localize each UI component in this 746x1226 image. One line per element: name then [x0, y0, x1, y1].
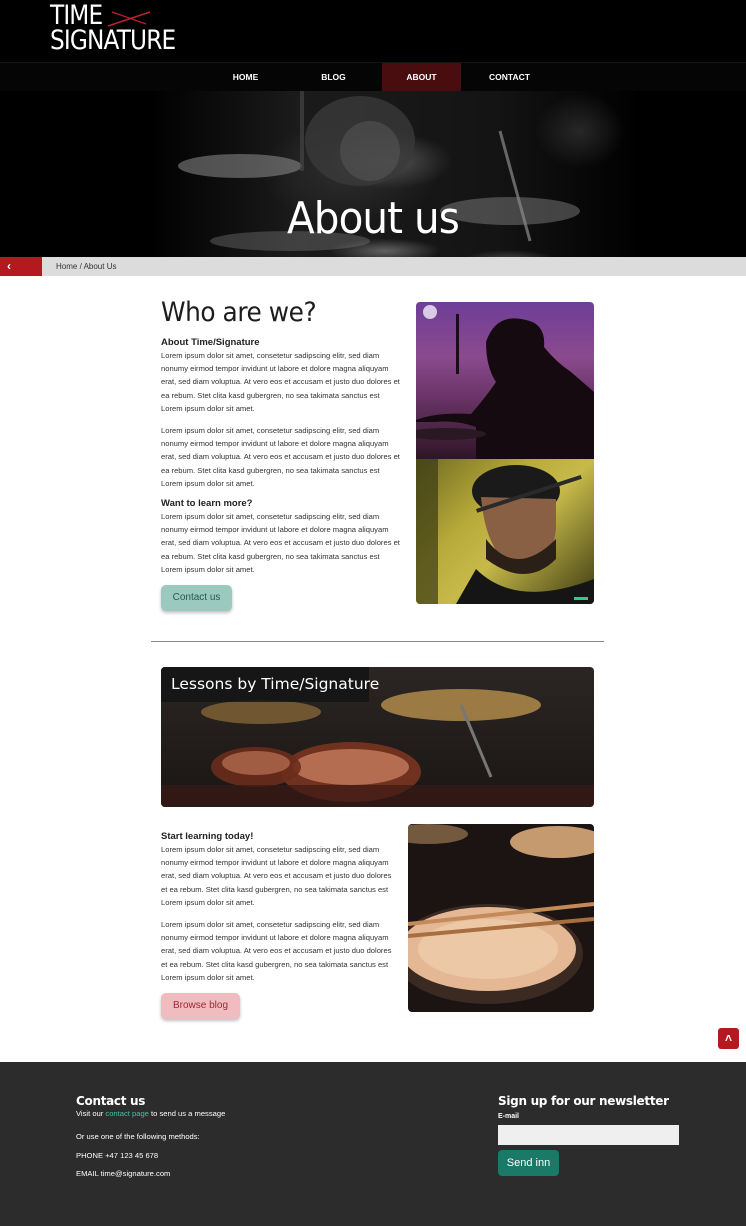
main-nav: HOME BLOG ABOUT CONTACT	[0, 62, 746, 92]
footer-visit-suffix: to send us a message	[148, 1109, 226, 1118]
silhouette-shapes	[416, 305, 594, 459]
site-header: TIME SIGNATURE	[0, 0, 746, 62]
learn-subheading: Want to learn more?	[161, 498, 253, 509]
scroll-top-button[interactable]: ˄	[718, 1028, 739, 1049]
lessons-banner: Lessons by Time/Signature	[161, 667, 594, 807]
footer-methods: Or use one of the following methods:	[76, 1132, 200, 1141]
drummer-silhouette-photo	[416, 302, 594, 459]
nav-home[interactable]: HOME	[210, 63, 281, 92]
newsletter-submit-button[interactable]: Send inn	[498, 1150, 559, 1176]
chevron-left-icon: ‹	[7, 259, 11, 273]
breadcrumb: Home / About Us	[56, 262, 117, 271]
start-learning-heading: Start learning today!	[161, 831, 254, 842]
email-label: E-mail	[498, 1113, 520, 1120]
footer-email: EMAIL time@signature.com	[76, 1169, 171, 1178]
nav-about[interactable]: ABOUT	[382, 63, 461, 92]
nav-contact[interactable]: CONTACT	[474, 63, 545, 92]
lessons-title-box: Lessons by Time/Signature	[161, 667, 379, 702]
logo-line-2: SIGNATURE	[50, 25, 176, 56]
drummer-portrait-photo	[416, 459, 594, 604]
newsletter-title: Sign up for our newsletter	[498, 1094, 669, 1108]
chevron-up-icon: ˄	[724, 1031, 732, 1045]
browse-blog-button[interactable]: Browse blog	[161, 993, 240, 1019]
learn-paragraph: Lorem ipsum dolor sit amet, consetetur s…	[161, 512, 400, 574]
site-logo[interactable]: TIME SIGNATURE	[50, 2, 202, 58]
lessons-paragraph-2: Lorem ipsum dolor sit amet, consetetur s…	[161, 920, 392, 982]
section-divider	[151, 641, 604, 642]
footer-phone: PHONE +47 123 45 678	[76, 1151, 159, 1160]
page-title: About us	[287, 193, 460, 244]
nav-blog[interactable]: BLOG	[298, 63, 369, 92]
portrait-shapes	[416, 459, 594, 604]
contact-us-button[interactable]: Contact us	[161, 585, 232, 611]
lessons-paragraph-1: Lorem ipsum dolor sit amet, consetetur s…	[161, 845, 392, 907]
hero-banner: About us	[0, 91, 746, 257]
back-button[interactable]: ‹	[0, 257, 42, 276]
lessons-title: Lessons by Time/Signature	[171, 675, 380, 693]
snare-drum-photo	[408, 824, 594, 1012]
footer-contact-title: Contact us	[76, 1094, 146, 1108]
about-paragraph-1: Lorem ipsum dolor sit amet, consetetur s…	[161, 351, 400, 413]
newsletter-email-field[interactable]	[498, 1125, 679, 1145]
about-paragraph-2: Lorem ipsum dolor sit amet, consetetur s…	[161, 426, 400, 488]
logo-drumstick-mark-icon	[107, 11, 151, 27]
about-subheading: About Time/Signature	[161, 337, 260, 348]
snare-drum-shapes	[408, 824, 594, 1004]
footer-visit-line: Visit our contact page to send us a mess…	[76, 1108, 225, 1120]
breadcrumb-bar: ‹ Home / About Us	[0, 257, 746, 276]
contact-page-link[interactable]: contact page	[105, 1109, 149, 1118]
who-heading: Who are we?	[161, 297, 317, 328]
footer-visit-prefix: Visit our	[76, 1109, 106, 1118]
